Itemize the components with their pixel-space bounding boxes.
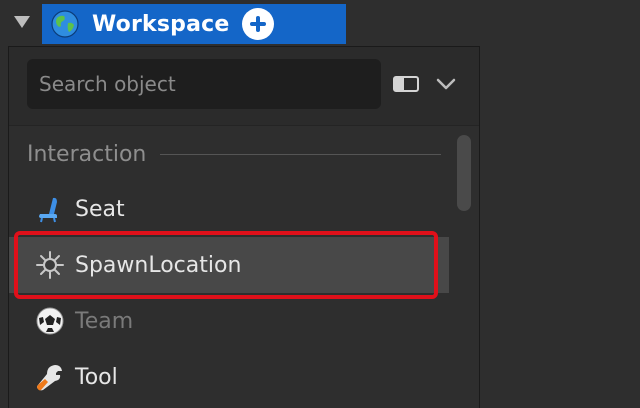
wrench-icon <box>37 365 62 391</box>
explorer-item-workspace[interactable]: Workspace <box>42 4 346 44</box>
item-label: SpawnLocation <box>75 252 242 278</box>
seat-icon <box>39 197 57 223</box>
search-object-input[interactable] <box>27 59 381 109</box>
category-divider <box>160 153 441 155</box>
item-label: Tool <box>75 364 118 390</box>
spawn-location-icon <box>36 251 64 279</box>
list-item-team[interactable]: Team <box>9 293 449 349</box>
insert-object-popup: Interaction Seat <box>8 46 480 408</box>
studio-explorer-panel: Workspace Interaction Seat <box>0 0 640 408</box>
team-ball-icon <box>36 307 64 335</box>
category-header: Interaction <box>27 137 441 171</box>
list-item-spawnlocation[interactable]: SpawnLocation <box>9 237 449 293</box>
list-item-tool[interactable]: Tool <box>9 349 449 405</box>
view-toggle-icon[interactable] <box>393 76 419 92</box>
item-label: Seat <box>75 196 125 222</box>
add-object-button[interactable] <box>241 8 274 40</box>
chevron-down-icon[interactable] <box>435 73 457 95</box>
category-label: Interaction <box>27 141 147 167</box>
collapse-arrow-icon[interactable] <box>14 16 30 28</box>
globe-icon <box>51 10 79 38</box>
workspace-label: Workspace <box>92 11 230 37</box>
scrollbar-thumb[interactable] <box>457 135 471 211</box>
list-item-seat[interactable]: Seat <box>9 181 449 237</box>
item-label: Team <box>75 308 134 334</box>
search-bar-area <box>9 47 479 126</box>
